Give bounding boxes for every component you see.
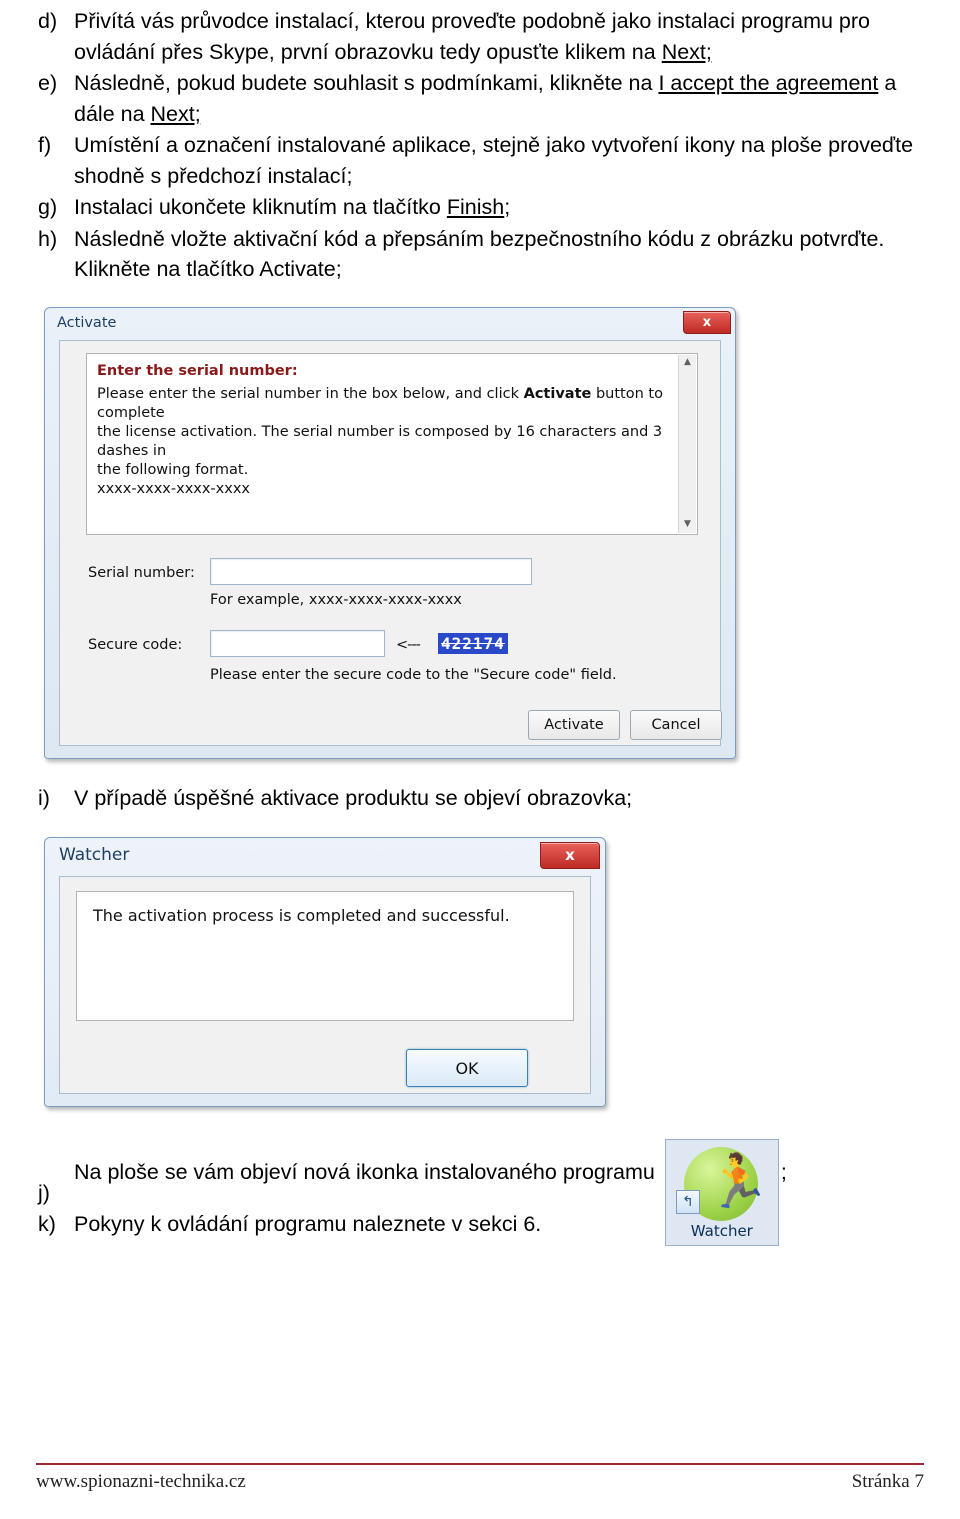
- footer-content: www.spionazni-technika.cz Stránka 7: [36, 1471, 924, 1493]
- list-text: Umístění a označení instalované aplikace…: [74, 133, 914, 188]
- arrow-left-icon: <---: [396, 636, 421, 653]
- text-segment-underlined: Next;: [150, 101, 201, 126]
- list-marker: i): [38, 785, 50, 810]
- instructions-line-1: Please enter the serial number in the bo…: [97, 385, 687, 423]
- list-item: d) Přivítá vás průvodce instalací, ktero…: [36, 6, 924, 67]
- secure-code-hint: Please enter the secure code to the "Sec…: [210, 666, 617, 683]
- list-item: i) V případě úspěšné aktivace produktu s…: [36, 783, 924, 814]
- footer-divider: [36, 1463, 924, 1465]
- text-segment-underlined: Next;: [661, 39, 712, 64]
- success-message: The activation process is completed and …: [76, 891, 574, 1022]
- list-text: Na ploše se vám objeví nová ikonka insta…: [74, 1139, 924, 1247]
- desktop-icon-watcher: 🏃 ↰ Watcher: [664, 1139, 779, 1247]
- list-item: h) Následně vložte aktivační kód a přeps…: [36, 224, 924, 285]
- dialog-titlebar: Activate x: [45, 308, 735, 338]
- footer-website: www.spionazni-technika.cz: [36, 1471, 246, 1492]
- text-segment: Please enter the serial number in the bo…: [97, 385, 524, 402]
- text-segment: ;: [504, 195, 511, 220]
- cancel-button[interactable]: Cancel: [630, 709, 722, 740]
- list-text: V případě úspěšné aktivace produktu se o…: [74, 785, 633, 810]
- list-item: e) Následně, pokud budete souhlasit s po…: [36, 68, 924, 129]
- secure-code-label: Secure code:: [88, 636, 183, 653]
- serial-number-input[interactable]: [210, 557, 532, 585]
- list-marker: d): [38, 9, 58, 33]
- desktop-icon-label: Watcher: [690, 1221, 753, 1240]
- text-segment: Na ploše se vám objeví nová ikonka insta…: [74, 1160, 661, 1185]
- list-marker: e): [38, 71, 58, 96]
- caption-i-block: i) V případě úspěšné aktivace produktu s…: [36, 777, 924, 814]
- instructions-heading: Enter the serial number:: [97, 362, 298, 379]
- text-segment: Následně, pokud budete souhlasit s podmí…: [74, 71, 659, 96]
- list-marker: k): [38, 1212, 56, 1237]
- page-footer: www.spionazni-technika.cz Stránka 7: [36, 1463, 924, 1493]
- dialog-title: Activate: [57, 314, 117, 331]
- list-marker: h): [38, 226, 58, 251]
- runner-icon: 🏃: [705, 1153, 771, 1212]
- list-text: Následně vložte aktivační kód a přepsání…: [74, 226, 885, 282]
- text-segment-underlined: I accept the agreement: [658, 71, 879, 96]
- activate-button[interactable]: Activate: [528, 709, 620, 740]
- list-text: Přivítá vás průvodce instalací, kterou p…: [74, 6, 924, 67]
- serial-number-label: Serial number:: [88, 564, 195, 581]
- text-segment-underlined: Finish: [446, 195, 505, 220]
- scrollbar[interactable]: ▲ ▼: [678, 354, 696, 533]
- list-item: k) Pokyny k ovládání programu naleznete …: [36, 1209, 924, 1240]
- tail-list: j) Na ploše se vám objeví nová ikonka in…: [36, 1133, 924, 1247]
- secure-code-input[interactable]: [210, 629, 385, 657]
- footer-page-number: Stránka 7: [851, 1471, 924, 1492]
- dialog-client-area: The activation process is completed and …: [59, 876, 591, 1095]
- ok-button[interactable]: OK: [406, 1049, 528, 1088]
- instructions-line-2: the license activation. The serial numbe…: [97, 424, 663, 460]
- scroll-down-icon[interactable]: ▼: [679, 517, 696, 533]
- watcher-dialog-screenshot: Watcher x The activation process is comp…: [44, 837, 606, 1108]
- dialog-client-area: Enter the serial number: Please enter th…: [59, 339, 722, 746]
- serial-example-text: For example, xxxx-xxxx-xxxx-xxxx: [210, 591, 462, 608]
- close-icon[interactable]: x: [540, 841, 600, 869]
- close-icon[interactable]: x: [683, 311, 731, 335]
- text-segment: Přivítá vás průvodce instalací, kterou p…: [74, 9, 871, 64]
- list-text: Pokyny k ovládání programu naleznete v s…: [74, 1212, 542, 1237]
- list-item: g) Instalaci ukončete kliknutím na tlačí…: [36, 192, 924, 223]
- instructions-textbox: Enter the serial number: Please enter th…: [86, 352, 698, 535]
- instructions-format: xxxx-xxxx-xxxx-xxxx: [97, 481, 250, 498]
- list-marker: g): [38, 195, 58, 220]
- scroll-up-icon[interactable]: ▲: [679, 355, 696, 371]
- list-text: Instalaci ukončete kliknutím na tlačítko…: [74, 192, 924, 223]
- text-segment: ;: [780, 1160, 787, 1185]
- text-segment: Instalaci ukončete kliknutím na tlačítko: [74, 195, 447, 220]
- document-page: d) Přivítá vás průvodce instalací, ktero…: [0, 0, 960, 1519]
- dialog-title: Watcher: [59, 845, 130, 866]
- instructions-line-3: the following format.: [97, 462, 249, 479]
- activate-dialog-screenshot: Activate x Enter the serial number: Plea…: [44, 306, 736, 759]
- instruction-list: d) Přivítá vás průvodce instalací, ktero…: [36, 0, 924, 285]
- list-marker: j): [38, 1180, 50, 1205]
- list-marker: f): [38, 133, 52, 158]
- captcha-image: 422174: [438, 632, 508, 654]
- dialog-titlebar: Watcher x: [45, 838, 605, 872]
- text-segment-bold: Activate: [523, 385, 592, 402]
- list-item: j) Na ploše se vám objeví nová ikonka in…: [36, 1139, 924, 1247]
- list-text: Následně, pokud budete souhlasit s podmí…: [74, 68, 924, 129]
- list-item: f) Umístění a označení instalované aplik…: [36, 130, 924, 191]
- shortcut-arrow-icon: ↰: [675, 1190, 700, 1215]
